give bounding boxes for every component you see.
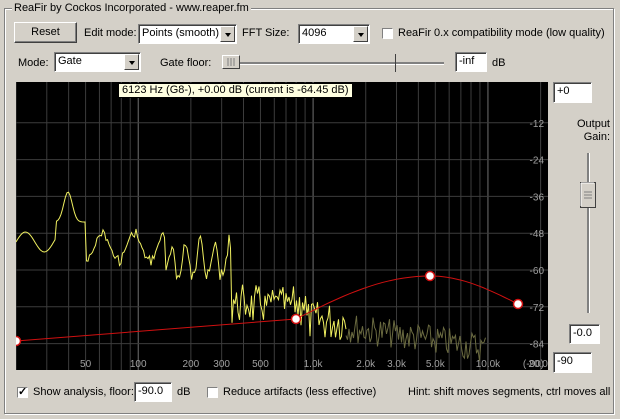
x-tick-label: 2.0k [356,359,376,370]
eq-graph[interactable]: -12 -24 -36 -48 -60 -72 -84 (-90) 50 100 200 300 50… [10,82,554,370]
output-bottom-field[interactable]: -90 [553,352,592,373]
fft-size-label: FFT Size: [242,27,290,39]
reduce-artifacts-label: Reduce artifacts (less effective) [223,386,377,398]
output-gain-value: -0.0 [573,327,592,339]
window-title: ReaFir by Cockos Incorporated - www.reap… [12,2,251,14]
x-tick-label: 3.0k [387,359,407,370]
analysis-floor-value: -90.0 [138,385,164,397]
analysis-floor-unit: dB [177,386,191,398]
output-bottom-value: -90 [557,355,573,367]
reduce-artifacts-checkbox[interactable] [207,387,218,398]
reset-button[interactable]: Reset [14,22,77,43]
reset-button-label: Reset [31,26,60,38]
grip-icon [227,58,235,66]
edit-mode-value: Points (smooth) [142,27,220,39]
y-tick-label: -24 [530,156,545,167]
hint-text: Hint: shift moves segments, ctrl moves a… [408,386,611,398]
eq-control-point[interactable] [10,335,22,347]
mode-label: Mode: [18,57,49,69]
chevron-down-icon[interactable] [220,26,235,42]
gate-floor-value: -inf [459,55,475,67]
x-axis-labels: 501002003005001.0k2.0k3.0k5.0k10.0k20.0k [80,359,554,370]
x-tick-label: 200 [183,359,200,370]
mode-value: Gate [58,55,82,67]
analysis-spectrum-high [345,315,486,362]
chevron-down-icon[interactable] [124,54,139,70]
gate-floor-unit: dB [492,57,506,69]
eq-graph-svg[interactable]: -12-24-36-48-60-72-84(-90) 50 100 200 300 50… [10,82,554,370]
edit-mode-label: Edit mode: [84,27,137,39]
gate-floor-slider-track[interactable] [224,62,444,65]
gate-floor-input[interactable]: -inf [455,52,487,72]
eq-control-point[interactable] [290,313,302,325]
x-tick-label: 20.0k [528,359,548,370]
x-tick-label: 50 [80,359,92,370]
output-top-value: +0 [557,85,570,97]
graph-tooltip: 6123 Hz (G8-), +0.00 dB (current is -64.… [118,83,353,98]
x-tick-label: 5.0k [426,359,446,370]
gate-floor-label: Gate floor: [160,57,212,69]
y-tick-label: -60 [530,266,545,277]
graph-grid [15,82,548,370]
output-gain-slider-track[interactable] [587,153,590,313]
gate-floor-tick [395,54,396,72]
compat-checkbox[interactable] [382,28,393,39]
output-gain-input[interactable]: -0.0 [569,324,600,344]
x-tick-label: 100 [130,359,147,370]
x-tick-label: 500 [252,359,269,370]
mode-select[interactable]: Gate [54,52,141,72]
y-tick-label: -36 [530,192,545,203]
grip-icon [580,182,596,208]
analysis-floor-input[interactable]: -90.0 [134,382,172,402]
y-tick-label: -12 [530,119,545,130]
y-tick-label: -48 [530,229,545,240]
y-tick-label: -72 [530,303,545,314]
gate-floor-slider-thumb[interactable] [222,55,240,69]
x-tick-label: 300 [213,359,230,370]
fft-size-value: 4096 [302,27,327,39]
output-gain-label: Output Gain: [576,118,610,143]
compat-label: ReaFir 0.x compatibility mode (low quali… [398,27,605,39]
output-top-field[interactable]: +0 [553,82,592,103]
output-gain-slider-thumb[interactable] [580,182,596,208]
eq-points[interactable] [10,270,524,347]
eq-control-point[interactable] [424,270,436,282]
y-tick-label: -84 [530,340,545,351]
chevron-down-icon[interactable] [353,26,368,42]
show-analysis-label: Show analysis, floor: [33,386,134,398]
y-axis-labels: -12-24-36-48-60-72-84(-90) [523,119,545,370]
edit-mode-select[interactable]: Points (smooth) [138,24,237,44]
eq-control-point[interactable] [512,298,524,310]
x-tick-label: 1.0k [304,359,324,370]
fft-size-select[interactable]: 4096 [298,24,370,44]
show-analysis-checkbox[interactable] [17,385,28,398]
